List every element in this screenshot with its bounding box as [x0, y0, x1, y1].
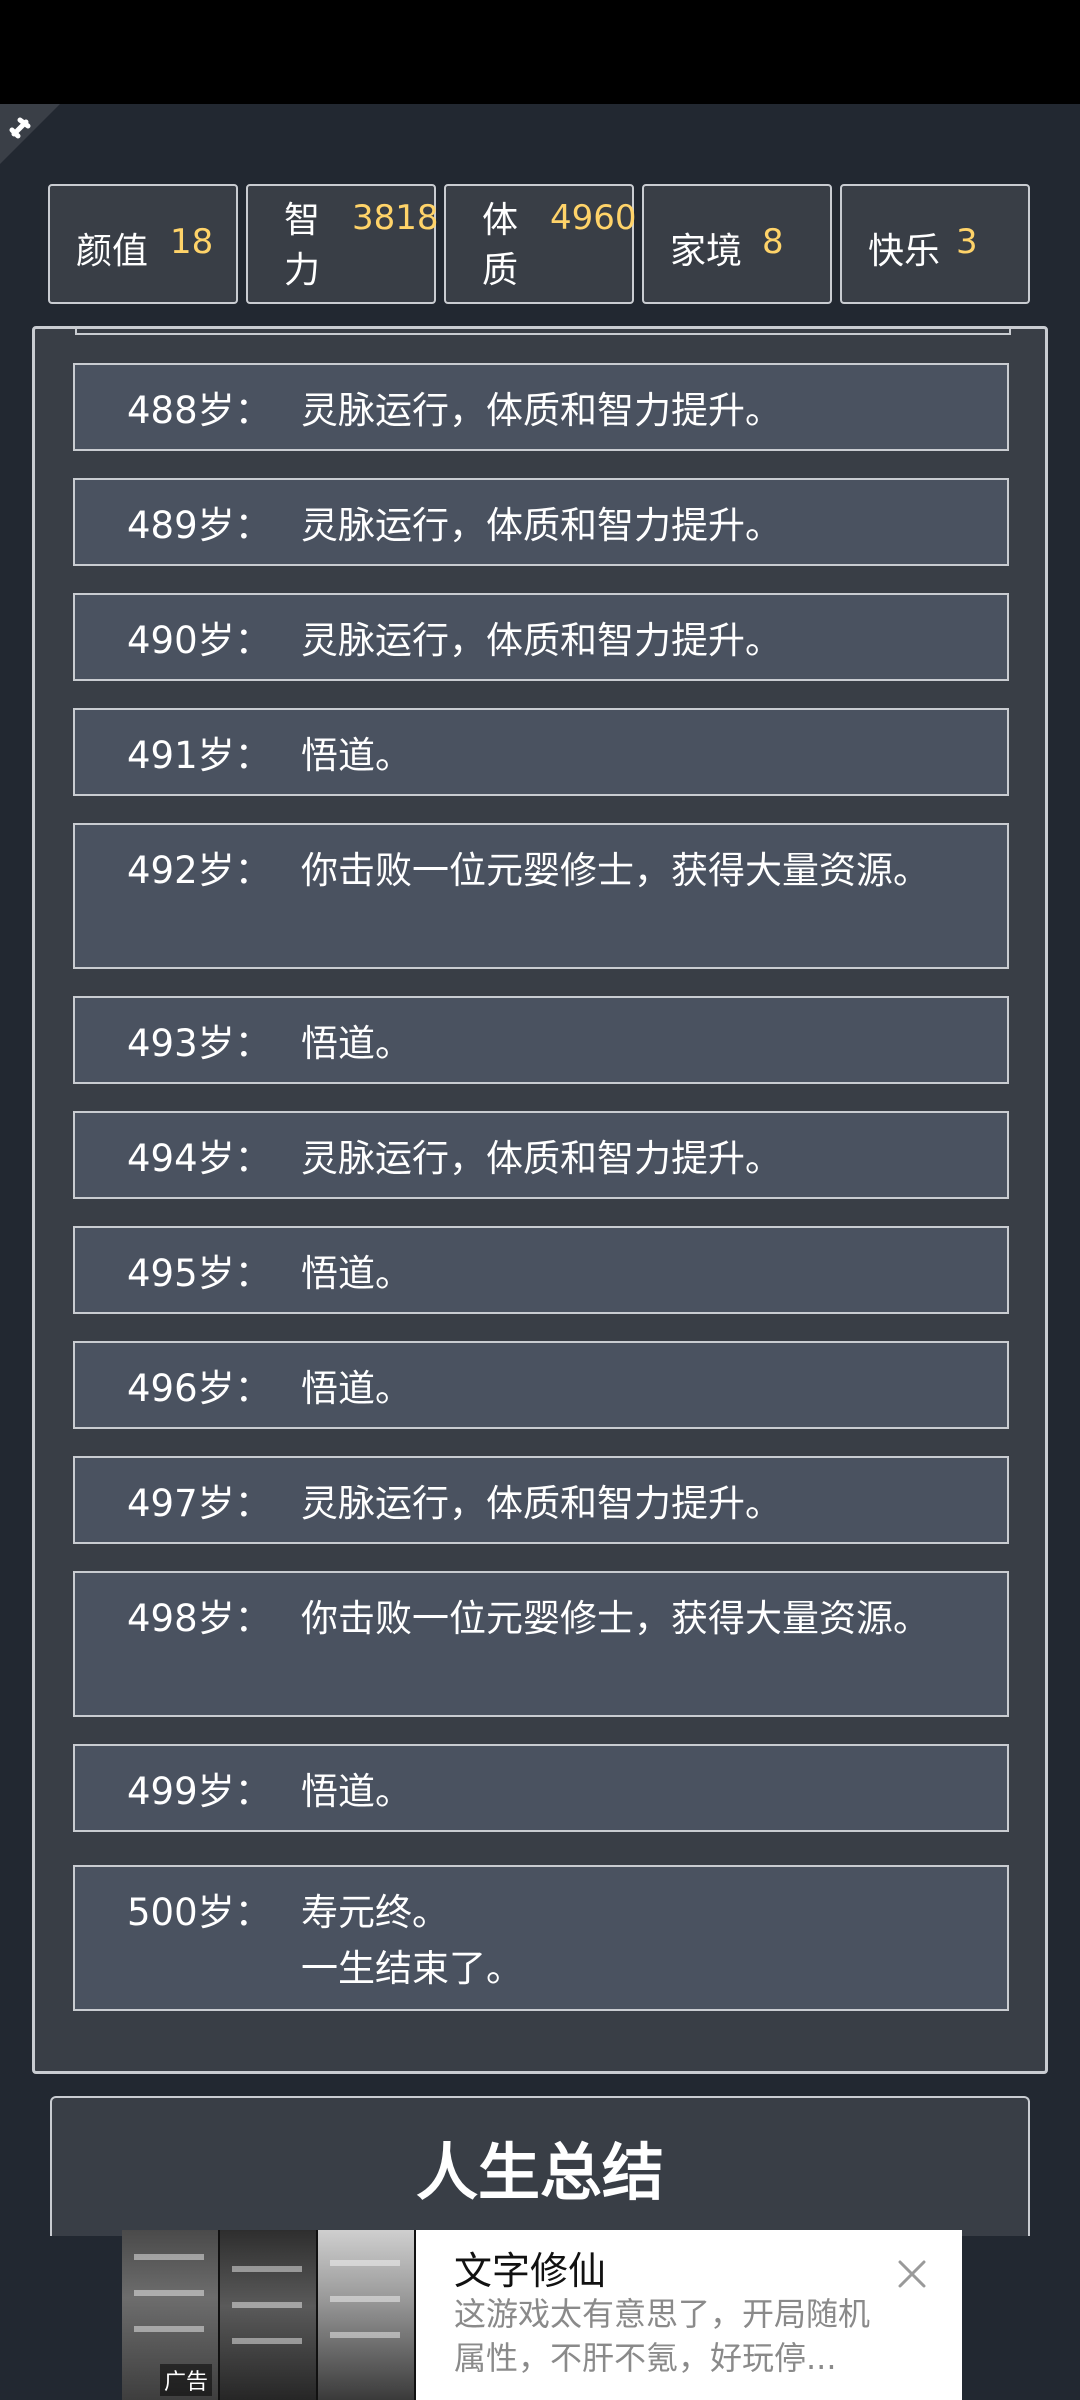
log-entry-age: 488岁： [127, 389, 272, 432]
log-entry-text: 悟道。 [301, 734, 412, 777]
log-entry-age: 489岁： [127, 504, 272, 547]
stat-appearance-value: 18 [170, 222, 214, 262]
log-entry-text: 灵脉运行，体质和智力提升。 [301, 619, 782, 662]
stat-appearance: 颜值 18 [48, 184, 238, 304]
life-summary-button[interactable]: 人生总结 [50, 2096, 1030, 2236]
log-entry: 492岁： 你击败一位元婴修士，获得大量资源。 [73, 823, 1009, 969]
attribute-stats-bar: 颜值 18 智力 3818 体质 4960 家境 8 快乐 3 [48, 184, 1030, 304]
log-entry-age: 498岁： [127, 1597, 272, 1640]
log-entry: 495岁： 悟道。 [73, 1226, 1009, 1314]
stat-intelligence-value: 3818 [352, 198, 439, 238]
log-entry-age: 492岁： [127, 849, 272, 892]
stat-family-value: 8 [762, 222, 784, 262]
log-entry: 494岁： 灵脉运行，体质和智力提升。 [73, 1111, 1009, 1199]
log-entry-age: 500岁： [127, 1891, 272, 1934]
log-entry-age: 493岁： [127, 1022, 272, 1065]
log-entry-text: 悟道。 [301, 1770, 412, 1813]
stat-constitution: 体质 4960 [444, 184, 637, 304]
log-entry-text: 你击败一位元婴修士，获得大量资源。 [301, 1597, 930, 1640]
log-entry: 493岁： 悟道。 [73, 996, 1009, 1084]
ad-thumbnail [318, 2230, 416, 2400]
log-entry: 488岁： 灵脉运行，体质和智力提升。 [73, 363, 1009, 451]
log-entry: 497岁： 灵脉运行，体质和智力提升。 [73, 1456, 1009, 1544]
stat-intelligence-label: 智力 [284, 200, 321, 291]
log-entry-partial [75, 329, 1011, 335]
ad-banner[interactable]: 广告 文字修仙 这游戏太有意思了，开局随机属性，不肝不氪，好玩停... [122, 2230, 962, 2400]
log-entry-text: 灵脉运行，体质和智力提升。 [301, 1137, 782, 1180]
stat-happiness-value: 3 [956, 222, 978, 262]
stat-family: 家境 8 [642, 184, 832, 304]
ad-thumbnail [220, 2230, 318, 2400]
log-entry-text: 悟道。 [301, 1252, 412, 1295]
log-entry-text: 悟道。 [301, 1022, 412, 1065]
log-entry-text: 你击败一位元婴修士，获得大量资源。 [301, 849, 930, 892]
log-entry: 489岁： 灵脉运行，体质和智力提升。 [73, 478, 1009, 566]
stat-intelligence: 智力 3818 [246, 184, 439, 304]
close-icon[interactable] [892, 2254, 932, 2294]
ad-description: 这游戏太有意思了，开局随机属性，不肝不氪，好玩停... [454, 2295, 871, 2377]
log-entry-age: 499岁： [127, 1770, 272, 1813]
log-entry: 499岁： 悟道。 [73, 1744, 1009, 1832]
log-entry: 498岁： 你击败一位元婴修士，获得大量资源。 [73, 1571, 1009, 1717]
status-bar [0, 0, 1080, 104]
log-entry-age: 495岁： [127, 1252, 272, 1295]
log-entry-text: 灵脉运行，体质和智力提升。 [301, 389, 782, 432]
log-entry-text: 悟道。 [301, 1367, 412, 1410]
log-entry-text: 灵脉运行，体质和智力提升。 [301, 504, 782, 547]
stat-family-label: 家境 [670, 231, 743, 272]
log-entry: 490岁： 灵脉运行，体质和智力提升。 [73, 593, 1009, 681]
ad-screenshot-thumbnails: 广告 [122, 2230, 416, 2400]
log-entry: 491岁： 悟道。 [73, 708, 1009, 796]
log-entry-text: 灵脉运行，体质和智力提升。 [301, 1482, 782, 1525]
log-entry-age: 494岁： [127, 1137, 272, 1180]
stat-constitution-label: 体质 [482, 200, 519, 291]
log-entry: 500岁： 寿元终。 一生结束了。 [73, 1865, 1009, 2011]
log-entry-age: 490岁： [127, 619, 272, 662]
log-entry: 496岁： 悟道。 [73, 1341, 1009, 1429]
log-entry-age: 496岁： [127, 1367, 272, 1410]
stat-constitution-value: 4960 [550, 198, 637, 238]
log-entry-age: 497岁： [127, 1482, 272, 1525]
ad-tag: 广告 [160, 2364, 213, 2396]
log-entry-age: 491岁： [127, 734, 272, 777]
stat-happiness-label: 快乐 [868, 231, 941, 272]
stat-happiness: 快乐 3 [840, 184, 1030, 304]
settings-wrench-icon[interactable] [0, 104, 60, 164]
stat-appearance-label: 颜值 [76, 231, 149, 272]
life-log-panel[interactable]: 488岁： 灵脉运行，体质和智力提升。 489岁： 灵脉运行，体质和智力提升。 … [32, 326, 1048, 2074]
log-entry-text: 寿元终。 一生结束了。 [301, 1891, 523, 1990]
ad-title[interactable]: 文字修仙 [454, 2240, 606, 2295]
